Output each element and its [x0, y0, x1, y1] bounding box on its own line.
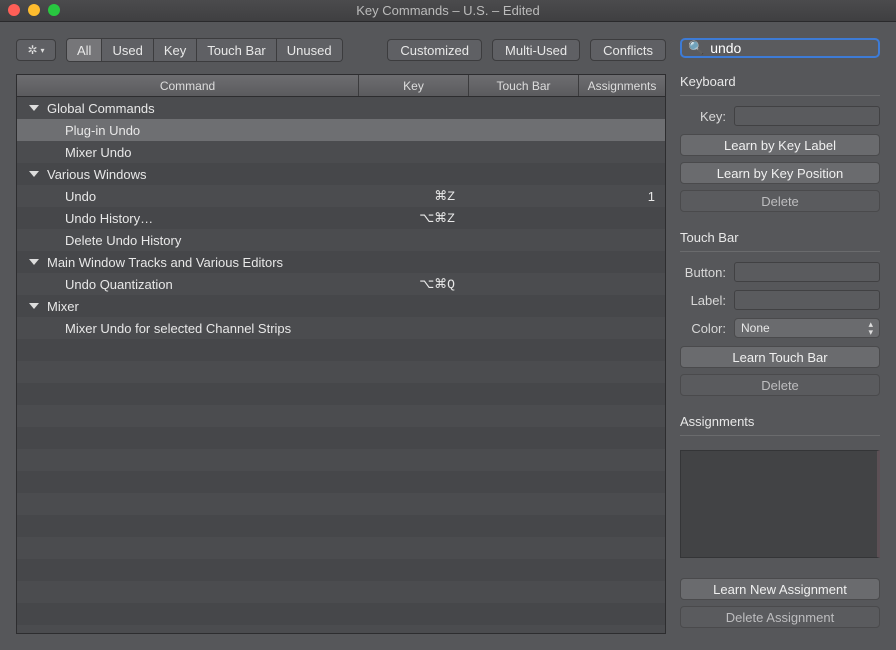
window-title: Key Commands – U.S. – Edited — [356, 3, 540, 18]
table-row-empty — [17, 361, 665, 383]
view-tab-key[interactable]: Key — [154, 39, 197, 61]
chevron-down-icon: ▾ — [41, 46, 45, 55]
table-group-row[interactable]: Main Window Tracks and Various Editors — [17, 251, 665, 273]
table-group-row[interactable]: Global Commands — [17, 97, 665, 119]
table-row-empty — [17, 559, 665, 581]
table-header: Command Key Touch Bar Assignments — [17, 75, 665, 97]
disclosure-triangle-icon[interactable] — [29, 259, 39, 265]
zoom-window-icon[interactable] — [48, 4, 60, 16]
table-row-empty — [17, 471, 665, 493]
disclosure-triangle-icon[interactable] — [29, 105, 39, 111]
row-label: Global Commands — [47, 101, 155, 116]
window-traffic-lights — [8, 4, 60, 16]
table-row[interactable]: Undo ⌘Z 1 — [17, 185, 665, 207]
select-arrows-icon: ▴▾ — [868, 320, 873, 336]
gear-icon: ✲ — [27, 43, 37, 57]
learn-key-label-button[interactable]: Learn by Key Label — [680, 134, 880, 156]
row-label: Mixer Undo — [65, 145, 131, 160]
key-field-label: Key: — [680, 109, 726, 124]
table-row[interactable]: Mixer Undo — [17, 141, 665, 163]
touchbar-section-title: Touch Bar — [680, 226, 880, 252]
learn-touchbar-button[interactable]: Learn Touch Bar — [680, 346, 880, 368]
col-touchbar-header[interactable]: Touch Bar — [469, 75, 579, 96]
assignments-section-title: Assignments — [680, 410, 880, 436]
table-row-empty — [17, 427, 665, 449]
search-icon: 🔍 — [688, 40, 704, 56]
row-key: ⌥⌘Z — [359, 211, 469, 226]
touchbar-button-label: Button: — [680, 265, 726, 280]
touchbar-label-label: Label: — [680, 293, 726, 308]
window-titlebar: Key Commands – U.S. – Edited — [0, 0, 896, 22]
view-tab-used[interactable]: Used — [102, 39, 153, 61]
actions-menu-button[interactable]: ✲ ▾ — [16, 39, 56, 61]
filter-conflicts[interactable]: Conflicts — [590, 39, 666, 61]
keyboard-panel: Keyboard Key: Learn by Key Label Learn b… — [680, 70, 880, 218]
view-segmented-control: AllUsedKeyTouch BarUnused — [66, 38, 343, 62]
touchbar-panel: Touch Bar Button: Label: Color: None ▴▾ … — [680, 226, 880, 402]
table-row-empty — [17, 383, 665, 405]
table-group-row[interactable]: Various Windows — [17, 163, 665, 185]
table-row-empty — [17, 603, 665, 625]
table-row-empty — [17, 515, 665, 537]
delete-touchbar-button[interactable]: Delete — [680, 374, 880, 396]
assignments-panel: Assignments Learn New Assignment Delete … — [680, 410, 880, 634]
table-row-empty — [17, 449, 665, 471]
table-row-empty — [17, 581, 665, 603]
minimize-window-icon[interactable] — [28, 4, 40, 16]
row-label: Undo Quantization — [65, 277, 173, 292]
touchbar-button-field[interactable] — [734, 262, 880, 282]
table-row[interactable]: Mixer Undo for selected Channel Strips — [17, 317, 665, 339]
table-group-row[interactable]: Mixer — [17, 295, 665, 317]
row-label: Plug-in Undo — [65, 123, 140, 138]
row-label: Mixer Undo for selected Channel Strips — [65, 321, 291, 336]
table-row-empty — [17, 339, 665, 361]
assignments-list[interactable] — [680, 450, 880, 558]
view-tab-unused[interactable]: Unused — [277, 39, 342, 61]
row-key: ⌥⌘Q — [359, 277, 469, 292]
row-label: Mixer — [47, 299, 79, 314]
row-label: Delete Undo History — [65, 233, 181, 248]
touchbar-color-label: Color: — [680, 321, 726, 336]
table-row[interactable]: Delete Undo History — [17, 229, 665, 251]
table-row-empty — [17, 405, 665, 427]
learn-assignment-button[interactable]: Learn New Assignment — [680, 578, 880, 600]
row-key: ⌘Z — [359, 189, 469, 204]
learn-key-position-button[interactable]: Learn by Key Position — [680, 162, 880, 184]
delete-key-button[interactable]: Delete — [680, 190, 880, 212]
row-label: Undo — [65, 189, 96, 204]
touchbar-label-field[interactable] — [734, 290, 880, 310]
table-row[interactable]: Plug-in Undo — [17, 119, 665, 141]
keyboard-section-title: Keyboard — [680, 70, 880, 96]
view-tab-all[interactable]: All — [67, 39, 102, 61]
commands-table: Command Key Touch Bar Assignments Global… — [16, 74, 666, 634]
close-window-icon[interactable] — [8, 4, 20, 16]
col-key-header[interactable]: Key — [359, 75, 469, 96]
search-input[interactable] — [710, 40, 891, 56]
delete-assignment-button[interactable]: Delete Assignment — [680, 606, 880, 628]
row-assignments: 1 — [579, 189, 665, 204]
table-row[interactable]: Undo Quantization ⌥⌘Q — [17, 273, 665, 295]
row-label: Various Windows — [47, 167, 146, 182]
search-field[interactable]: 🔍 ✕ — [680, 38, 880, 58]
table-row[interactable]: Undo History… ⌥⌘Z — [17, 207, 665, 229]
filter-multi-used[interactable]: Multi-Used — [492, 39, 580, 61]
touchbar-color-value: None — [741, 321, 770, 335]
row-label: Main Window Tracks and Various Editors — [47, 255, 283, 270]
col-assignments-header[interactable]: Assignments — [579, 75, 665, 96]
disclosure-triangle-icon[interactable] — [29, 303, 39, 309]
row-label: Undo History… — [65, 211, 153, 226]
key-field[interactable] — [734, 106, 880, 126]
touchbar-color-select[interactable]: None ▴▾ — [734, 318, 880, 338]
view-tab-touch-bar[interactable]: Touch Bar — [197, 39, 277, 61]
table-row-empty — [17, 537, 665, 559]
col-command-header[interactable]: Command — [17, 75, 359, 96]
disclosure-triangle-icon[interactable] — [29, 171, 39, 177]
filter-customized[interactable]: Customized — [387, 39, 482, 61]
table-row-empty — [17, 493, 665, 515]
